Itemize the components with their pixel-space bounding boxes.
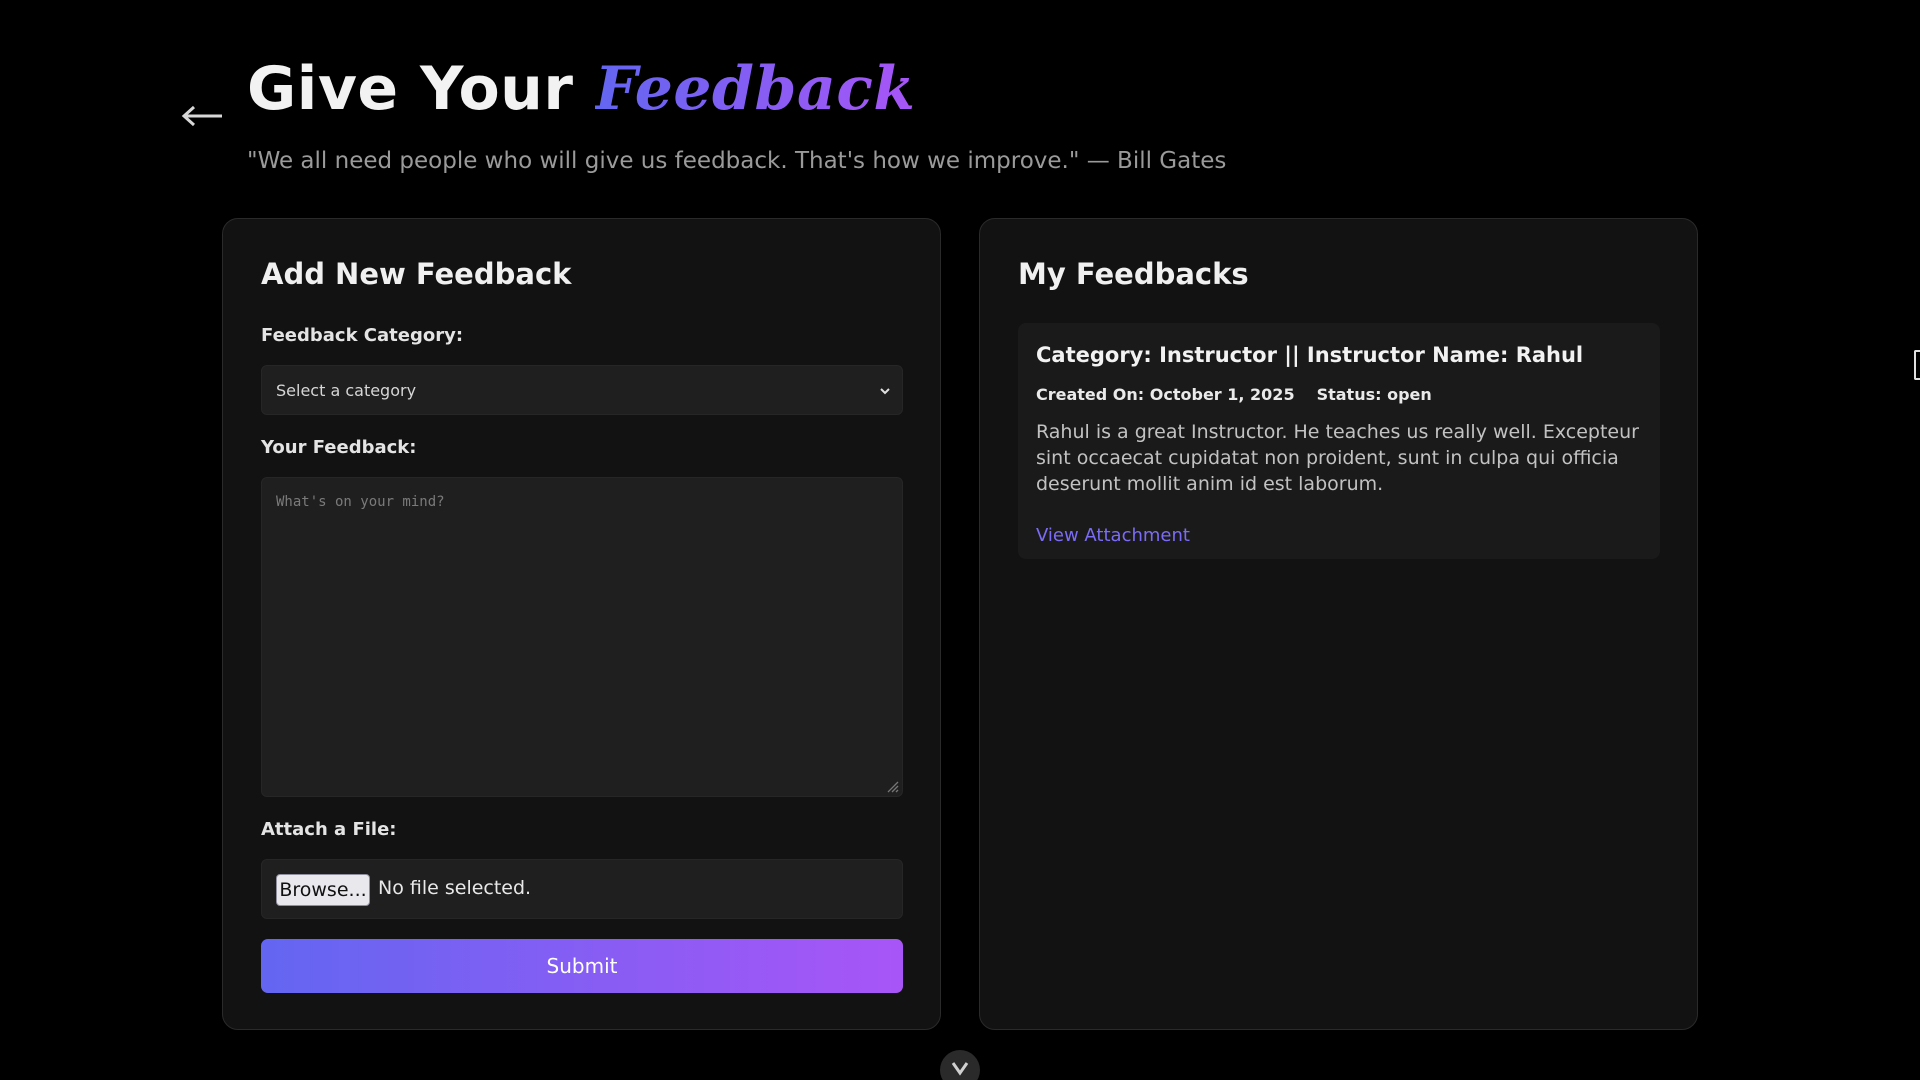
text-cursor-icon (1914, 350, 1920, 380)
feedback-label: Your Feedback: (261, 437, 417, 458)
file-status: No file selected. (378, 877, 532, 899)
page-title-plain: Give Your (247, 54, 595, 124)
scroll-down-button[interactable] (940, 1050, 980, 1080)
feedback-item-meta: Created On: October 1, 2025 Status: open (1036, 385, 1432, 404)
feedback-item-body: Rahul is a great Instructor. He teaches … (1036, 421, 1639, 495)
resize-grip-icon[interactable] (885, 779, 899, 793)
submit-button[interactable]: Submit (261, 939, 903, 993)
view-attachment-link[interactable]: View Attachment (1036, 525, 1190, 546)
back-arrow-icon[interactable] (180, 86, 226, 132)
page-title: Give Your Feedback (247, 54, 915, 124)
category-label: Feedback Category: (261, 325, 464, 346)
category-select-value: Select a category (276, 381, 417, 400)
browse-button[interactable]: Browse... (276, 874, 370, 906)
chevron-down-icon (880, 388, 890, 395)
file-label: Attach a File: (261, 819, 397, 840)
add-feedback-card: Add New Feedback Feedback Category: Sele… (222, 218, 941, 1030)
my-feedbacks-card: My Feedbacks Category: Instructor || Ins… (979, 218, 1698, 1030)
feedback-item-status: Status: open (1316, 385, 1432, 404)
category-select[interactable]: Select a category (261, 365, 903, 415)
chevron-down-icon (951, 1062, 969, 1076)
feedback-placeholder: What's on your mind? (276, 494, 445, 510)
feedback-item-created: Created On: October 1, 2025 (1036, 385, 1295, 404)
feedback-item-heading: Category: Instructor || Instructor Name:… (1036, 343, 1584, 367)
feedback-item: Category: Instructor || Instructor Name:… (1018, 323, 1660, 559)
feedback-textarea[interactable]: What's on your mind? (261, 477, 903, 797)
page-quote: "We all need people who will give us fee… (247, 148, 1227, 174)
add-feedback-title: Add New Feedback (261, 257, 572, 291)
my-feedbacks-title: My Feedbacks (1018, 257, 1249, 291)
file-input: Browse... No file selected. (261, 859, 903, 919)
page: Give Your Feedback "We all need people w… (0, 0, 1920, 1080)
page-title-accent: Feedback (594, 54, 916, 124)
